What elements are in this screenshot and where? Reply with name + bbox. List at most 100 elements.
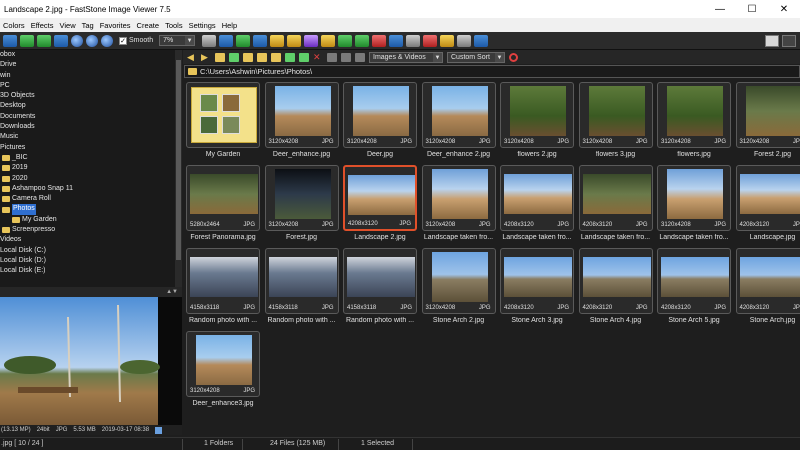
tree-item[interactable]: Screenpresso [0, 225, 182, 235]
thumbnail-frame[interactable]: 4208x3120 JPG [657, 248, 731, 314]
slideshow-icon[interactable] [219, 34, 234, 47]
thumbnail-frame[interactable]: 4208x3120 JPG [343, 165, 417, 231]
close-button[interactable]: ✕ [768, 0, 800, 18]
tree-item[interactable]: PC [0, 81, 182, 91]
image-thumbnail[interactable]: 4208x3120 JPG Stone Arch 3.jpg [500, 248, 574, 328]
thumbnail-frame[interactable]: 3120x4208 JPG [421, 248, 496, 314]
thumbnail-frame[interactable]: 3120x4208 JPG [735, 82, 800, 148]
image-thumbnail[interactable]: 3120x4208 JPG flowers 3.jpg [578, 82, 653, 162]
image-thumbnail[interactable]: 3120x4208 JPG Landscape taken fro... [421, 165, 496, 245]
tree-item[interactable]: Documents [0, 112, 182, 122]
maximize-button[interactable]: ☐ [736, 0, 768, 18]
tree-item[interactable]: Ashampoo Snap 11 [0, 184, 182, 194]
image-thumbnail[interactable]: 4208x3120 JPG Landscape 2.jpg [343, 165, 417, 245]
thumbnail-frame[interactable] [186, 82, 260, 148]
menu-favorites[interactable]: Favorites [97, 21, 134, 30]
zoom-in-icon[interactable] [71, 34, 83, 47]
prev-icon[interactable] [20, 34, 34, 47]
image-preview[interactable] [0, 297, 182, 425]
tree-item[interactable]: Local Disk (D:) [0, 256, 182, 266]
viewer-view-icon[interactable] [782, 35, 796, 47]
image-thumbnail[interactable]: 4208x3120 JPG Landscape taken fro... [578, 165, 653, 245]
menu-tag[interactable]: Tag [79, 21, 97, 30]
rotate-left-icon[interactable] [270, 34, 285, 47]
compare-icon[interactable] [389, 34, 404, 47]
tree-item[interactable]: win [0, 71, 182, 81]
image-thumbnail[interactable]: 4208x3120 JPG Stone Arch 4.jpg [578, 248, 653, 328]
image-thumbnail[interactable]: 4208x3120 JPG Landscape taken fro... [500, 165, 574, 245]
thumbnail-frame[interactable]: 4208x3120 JPG [500, 165, 574, 231]
forward-arrow-icon[interactable]: ▶ [201, 52, 211, 63]
settings-icon[interactable] [474, 34, 489, 47]
tree-item[interactable]: Photos [0, 204, 182, 215]
tag-icon[interactable] [299, 52, 309, 62]
image-thumbnail[interactable]: 4208x3120 JPG Stone Arch 5.jpg [657, 248, 731, 328]
refresh-icon[interactable] [229, 52, 239, 62]
thumbnail-frame[interactable]: 3120x4208 JPG [657, 165, 731, 231]
image-thumbnail[interactable]: 3120x4208 JPG flowers.jpg [657, 82, 731, 162]
thumbnail-frame[interactable]: 4158x3118 JPG [186, 248, 260, 314]
rotate-right-icon[interactable] [287, 34, 302, 47]
menu-settings[interactable]: Settings [186, 21, 219, 30]
redeye-icon[interactable] [372, 34, 387, 47]
menu-tools[interactable]: Tools [162, 21, 186, 30]
tree-item[interactable]: Music [0, 132, 182, 142]
panel-splitter[interactable]: ▲▼ [0, 287, 182, 297]
image-thumbnail[interactable]: 3120x4208 JPG Landscape taken fro... [657, 165, 731, 245]
exif-icon[interactable] [155, 426, 163, 434]
menu-effects[interactable]: Effects [28, 21, 57, 30]
resize-icon[interactable] [253, 34, 268, 47]
color-adjust-icon[interactable] [304, 34, 319, 47]
tree-item[interactable]: Pictures [0, 143, 182, 153]
path-text[interactable]: C:\Users\Ashwin\Pictures\Photos\ [200, 67, 312, 76]
thumbnail-frame[interactable]: 3120x4208 JPG [421, 82, 496, 148]
stop-icon[interactable] [509, 52, 518, 62]
thumbnail-frame[interactable]: 3120x4208 JPG [186, 331, 260, 397]
image-thumbnail[interactable]: 4158x3118 JPG Random photo with ... [186, 248, 260, 328]
smooth-checkbox[interactable]: ✓ [119, 36, 127, 45]
new-folder-icon[interactable] [243, 52, 253, 62]
image-thumbnail[interactable]: 3120x4208 JPG Deer_enhance.jpg [264, 82, 339, 162]
back-arrow-icon[interactable]: ◀ [187, 52, 197, 63]
image-thumbnail[interactable]: 3120x4208 JPG Forest.jpg [264, 165, 339, 245]
next-icon[interactable] [37, 34, 51, 47]
thumbnail-frame[interactable]: 3120x4208 JPG [421, 165, 496, 231]
thumbnail-frame[interactable]: 3120x4208 JPG [578, 82, 653, 148]
tree-item[interactable]: 2019 [0, 163, 182, 173]
folder-thumbnail[interactable]: My Garden [186, 82, 260, 162]
delete-icon[interactable]: ✕ [313, 52, 323, 62]
copy-icon[interactable] [406, 34, 421, 47]
thumbnail-frame[interactable]: 4208x3120 JPG [500, 248, 574, 314]
minimize-button[interactable]: — [704, 0, 736, 18]
brightness-icon[interactable] [321, 34, 336, 47]
thumbnail-frame[interactable]: 4208x3120 JPG [735, 248, 800, 314]
sharpen-icon[interactable] [338, 34, 353, 47]
thumbnail-frame[interactable]: 4208x3120 JPG [578, 248, 653, 314]
details-view-icon[interactable] [355, 52, 365, 62]
tree-item[interactable]: 2020 [0, 174, 182, 184]
image-thumbnail[interactable]: 3120x4208 JPG Stone Arch 2.jpg [421, 248, 496, 328]
image-thumbnail[interactable]: 3120x4208 JPG Deer.jpg [343, 82, 417, 162]
tree-item[interactable]: My Garden [0, 215, 182, 225]
undo-icon[interactable] [355, 34, 370, 47]
image-thumbnail[interactable]: 3120x4208 JPG flowers 2.jpg [500, 82, 574, 162]
menu-colors[interactable]: Colors [0, 21, 28, 30]
save-icon[interactable] [440, 34, 455, 47]
tree-scroll-thumb[interactable] [176, 60, 181, 260]
actual-size-icon[interactable] [101, 34, 113, 47]
thumbnail-frame[interactable]: 3120x4208 JPG [264, 82, 339, 148]
email-icon[interactable] [423, 34, 438, 47]
fullscreen-icon[interactable] [54, 34, 68, 47]
tree-item[interactable]: _BIC [0, 153, 182, 163]
image-thumbnail[interactable]: 4208x3120 JPG Landscape.jpg [735, 165, 800, 245]
image-thumbnail[interactable]: 5280x2464 JPG Forest Panorama.jpg [186, 165, 260, 245]
open-icon[interactable] [3, 34, 17, 47]
move-to-icon[interactable] [271, 52, 281, 62]
tree-item[interactable]: Downloads [0, 122, 182, 132]
menu-create[interactable]: Create [134, 21, 163, 30]
image-thumbnail[interactable]: 4158x3118 JPG Random photo with ... [264, 248, 339, 328]
select-all-icon[interactable] [285, 52, 295, 62]
zoom-out-icon[interactable] [86, 34, 98, 47]
thumbnail-frame[interactable]: 3120x4208 JPG [264, 165, 339, 231]
tree-item[interactable]: 3D Objects [0, 91, 182, 101]
